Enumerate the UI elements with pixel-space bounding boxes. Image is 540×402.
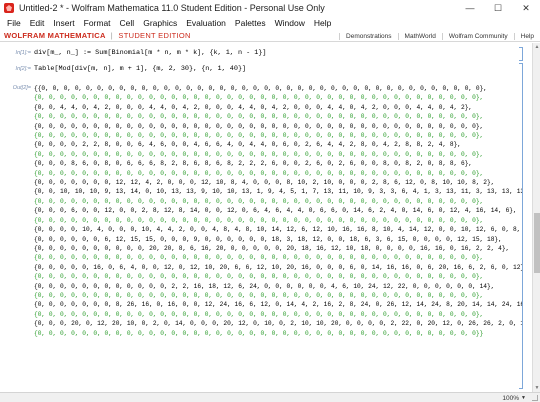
brand-edition: STUDENT EDITION	[118, 31, 191, 40]
link-help[interactable]: Help	[513, 32, 540, 40]
mathematica-logo-icon	[4, 3, 14, 13]
menu-cell[interactable]: Cell	[116, 18, 140, 28]
input-cell-2[interactable]: In[2]:= Table[Mod[div[m, n], m + 1], {m,…	[0, 65, 532, 73]
menu-evaluation[interactable]: Evaluation	[182, 18, 231, 28]
scroll-thumb[interactable]	[534, 213, 540, 273]
title-bar: Untitled-2 * - Wolfram Mathematica 11.0 …	[0, 0, 540, 16]
output-matrix[interactable]: {{0, 0, 0, 0, 0, 0, 0, 0, 0, 0, 0, 0, 0,…	[34, 84, 522, 338]
output-row: {0, 0, 0, 8, 6, 0, 8, 0, 6, 6, 6, 8, 2, …	[34, 160, 473, 168]
menu-palettes[interactable]: Palettes	[231, 18, 271, 28]
output-row: {0, 0, 0, 0, 0, 0, 0, 0, 0, 0, 0, 0, 0, …	[34, 150, 484, 158]
maximize-button[interactable]: ☐	[484, 0, 512, 16]
output-label-2: Out[2]=	[12, 85, 31, 91]
close-button[interactable]: ✕	[512, 0, 540, 16]
output-row: {0, 0, 0, 0, 0, 0, 0, 0, 0, 0, 0, 0, 0, …	[34, 169, 484, 177]
window-title: Untitled-2 * - Wolfram Mathematica 11.0 …	[19, 3, 325, 13]
output-row: {0, 0, 0, 6, 0, 0, 12, 0, 0, 2, 8, 12, 8…	[34, 207, 517, 215]
output-row: {0, 0, 0, 0, 0, 0, 0, 0, 0, 0, 0, 0, 0, …	[34, 273, 484, 281]
minimize-button[interactable]: —	[456, 0, 484, 16]
output-row: {0, 0, 0, 0, 0, 0, 0, 0, 0, 0, 0, 0, 0, …	[34, 122, 484, 130]
menu-format[interactable]: Format	[80, 18, 116, 28]
output-row: {0, 0, 0, 0, 0, 0, 0, 0, 0, 0, 0, 0, 0, …	[34, 197, 484, 205]
input-label-1: In[1]:=	[15, 50, 31, 56]
brand-wolfram: WOLFRAM	[4, 31, 46, 40]
output-row: {0, 0, 0, 0, 0, 0, 0, 0, 0, 0, 0, 0, 0, …	[34, 94, 484, 102]
output-row: {0, 0, 0, 0, 0, 0, 0, 12, 12, 4, 2, 0, 0…	[34, 179, 495, 187]
edition-banner: WOLFRAM MATHEMATICA | STUDENT EDITION De…	[0, 30, 540, 42]
input-cell-1[interactable]: In[1]:= div[m_, n_] := Sum[Binomial[m * …	[0, 49, 532, 57]
menu-window[interactable]: Window	[271, 18, 310, 28]
window-controls: — ☐ ✕	[456, 0, 540, 16]
menu-graphics[interactable]: Graphics	[139, 18, 182, 28]
output-row: {0, 0, 0, 0, 0, 0, 6, 12, 15, 15, 0, 0, …	[34, 235, 502, 243]
output-row: {0, 0, 0, 0, 0, 0, 0, 8, 26, 16, 0, 16, …	[34, 301, 522, 309]
zoom-value: 100%	[502, 394, 520, 402]
menu-bar: File Edit Insert Format Cell Graphics Ev…	[0, 16, 540, 30]
output-row: {0, 0, 10, 10, 10, 9, 13, 14, 0, 10, 13,…	[34, 188, 522, 196]
menu-file[interactable]: File	[3, 18, 26, 28]
link-wolfram-community[interactable]: Wolfram Community	[441, 32, 514, 40]
link-demonstrations[interactable]: Demonstrations	[339, 32, 398, 40]
output-row: {0, 0, 0, 0, 0, 0, 0, 0, 0, 0, 0, 0, 0, …	[34, 310, 484, 318]
output-row: {0, 0, 0, 0, 10, 4, 0, 0, 0, 10, 4, 4, 2…	[34, 226, 522, 234]
link-mathworld[interactable]: MathWorld	[397, 32, 442, 40]
input-label-2: In[2]:=	[15, 66, 31, 72]
scroll-down-icon[interactable]: ▼	[533, 384, 540, 392]
menu-edit[interactable]: Edit	[26, 18, 50, 28]
input-code-1[interactable]: div[m_, n_] := Sum[Binomial[m * n, m * k…	[34, 49, 267, 57]
brand-mathematica: MATHEMATICA	[47, 31, 106, 40]
menu-help[interactable]: Help	[310, 18, 336, 28]
output-row: {0, 0, 0, 0, 0, 0, 0, 0, 0, 0, 0, 0, 0, …	[34, 113, 484, 121]
output-row: {0, 0, 0, 0, 0, 0, 0, 0, 0, 0, 0, 0, 0, …	[34, 329, 484, 337]
menu-insert[interactable]: Insert	[49, 18, 79, 28]
zoom-control[interactable]: 100% ▼	[502, 393, 526, 402]
scroll-up-icon[interactable]: ▲	[533, 43, 540, 51]
output-row: {0, 0, 0, 20, 0, 12, 20, 10, 0, 2, 0, 14…	[34, 320, 522, 328]
brand-separator: |	[110, 31, 114, 40]
output-row: {0, 0, 0, 0, 0, 0, 0, 0, 0, 0, 0, 0, 0, …	[34, 132, 484, 140]
output-row: {0, 0, 0, 0, 0, 0, 0, 0, 0, 0, 0, 0, 2, …	[34, 282, 495, 290]
status-bar: 100% ▼	[0, 392, 540, 402]
output-row: {0, 0, 0, 0, 0, 0, 0, 0, 0, 0, 0, 0, 0, …	[34, 254, 484, 262]
output-row: {{0, 0, 0, 0, 0, 0, 0, 0, 0, 0, 0, 0, 0,…	[34, 85, 487, 92]
input-code-2[interactable]: Table[Mod[div[m, n], m + 1], {m, 2, 30},…	[34, 65, 246, 73]
zoom-dropdown-icon[interactable]: ▼	[521, 395, 526, 401]
resize-grip-icon[interactable]	[532, 395, 538, 401]
output-row: {0, 0, 0, 0, 0, 16, 0, 6, 4, 0, 0, 12, 0…	[34, 263, 522, 271]
vertical-scrollbar[interactable]: ▲ ▼	[532, 43, 540, 392]
banner-links: Demonstrations MathWorld Wolfram Communi…	[339, 30, 540, 42]
output-row: {0, 0, 0, 0, 0, 0, 0, 0, 0, 0, 20, 20, 8…	[34, 244, 510, 252]
output-row: {0, 0, 0, 0, 2, 2, 8, 0, 0, 6, 4, 6, 0, …	[34, 141, 462, 149]
output-row: {0, 0, 0, 0, 0, 0, 0, 0, 0, 0, 0, 0, 0, …	[34, 216, 484, 224]
output-row: {0, 0, 0, 0, 0, 0, 0, 0, 0, 0, 0, 0, 0, …	[34, 291, 484, 299]
cell-bracket-1[interactable]	[519, 47, 523, 61]
output-row: {0, 0, 4, 4, 0, 4, 2, 0, 0, 0, 4, 4, 0, …	[34, 103, 473, 111]
brand-logo: WOLFRAM MATHEMATICA | STUDENT EDITION	[0, 31, 191, 40]
